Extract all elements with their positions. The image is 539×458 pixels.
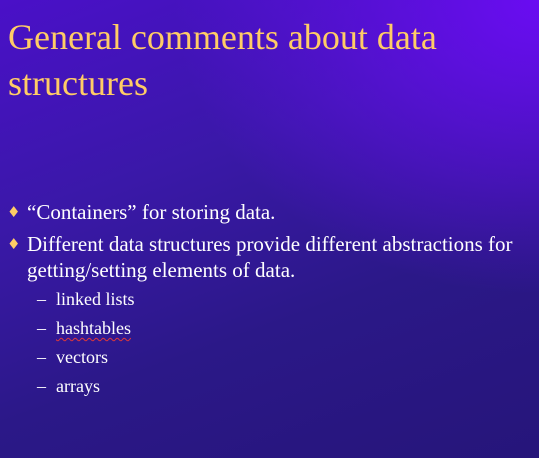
bullet-list: ♦ “Containers” for storing data. ♦ Diffe… bbox=[0, 199, 539, 407]
sub-bullet-text: vectors bbox=[56, 347, 108, 367]
sub-bullet-item: – vectors bbox=[27, 343, 539, 372]
dash-bullet-icon: – bbox=[37, 376, 46, 396]
bullet-item: ♦ “Containers” for storing data. bbox=[0, 199, 539, 225]
slide: General comments about data structures ♦… bbox=[0, 0, 539, 458]
slide-title: General comments about data structures bbox=[8, 17, 437, 103]
sub-bullet-text: arrays bbox=[56, 376, 100, 396]
bullet-text: Different data structures provide differ… bbox=[27, 232, 513, 282]
sub-bullet-list: – linked lists – hashtables – vectors – … bbox=[27, 285, 539, 401]
sub-bullet-item: – hashtables bbox=[27, 314, 539, 343]
dash-bullet-icon: – bbox=[37, 318, 46, 338]
dash-bullet-icon: – bbox=[37, 347, 46, 367]
diamond-bullet-icon: ♦ bbox=[7, 203, 21, 221]
sub-bullet-item: – arrays bbox=[27, 372, 539, 401]
bullet-text: “Containers” for storing data. bbox=[27, 200, 276, 224]
sub-bullet-text: linked lists bbox=[56, 289, 135, 309]
bullet-item: ♦ Different data structures provide diff… bbox=[0, 231, 539, 401]
dash-bullet-icon: – bbox=[37, 289, 46, 309]
sub-bullet-item: – linked lists bbox=[27, 285, 539, 314]
sub-bullet-text-misspelled[interactable]: hashtables bbox=[56, 318, 131, 338]
diamond-bullet-icon: ♦ bbox=[7, 235, 21, 253]
